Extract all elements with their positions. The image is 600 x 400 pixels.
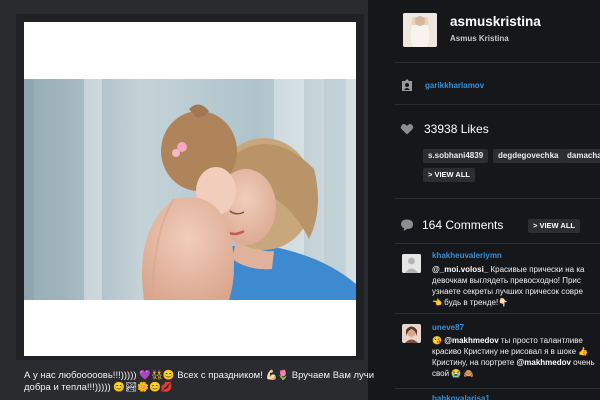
- comment-line-text: ты просто талантливе: [498, 336, 583, 345]
- divider: [395, 313, 600, 314]
- comment-author[interactable]: khakheuvaleriymn: [432, 251, 502, 260]
- comment-author[interactable]: uneve87: [432, 323, 464, 332]
- comment-text: @_moi.volosi_ Красивые прически на ка де…: [432, 264, 600, 308]
- comment-bubble-icon: [400, 218, 414, 232]
- post-caption: А у нас любооооовь!!!))))) 💜👯😊 Всех с пр…: [24, 370, 375, 394]
- profile-username[interactable]: asmuskristina: [450, 14, 541, 29]
- post-panel: А у нас любооооовь!!!))))) 💜👯😊 Всех с пр…: [0, 0, 375, 400]
- view-all-likes-button[interactable]: > VIEW ALL: [423, 168, 476, 182]
- divider: [395, 104, 600, 105]
- comment-line-text: очень: [570, 358, 595, 367]
- comment-line: 👈 будь в тренде!👇🏻: [432, 298, 509, 307]
- comment-line: узнаете секреты лучших причесок совре: [432, 287, 583, 296]
- comment-line-text: 😘: [432, 336, 445, 345]
- tagged-user-link[interactable]: garikkharlamov: [425, 81, 484, 90]
- comment-line-text: Красивые прически на ка: [488, 265, 585, 274]
- liker-chip[interactable]: damacha: [562, 149, 600, 163]
- tag-person-icon: [400, 78, 414, 92]
- comment-line: свой 😭 🙈: [432, 369, 474, 378]
- comment-line: @_moi.volosi_ Красивые прически на ка: [432, 264, 600, 275]
- post-photo-illustration: [24, 79, 356, 300]
- commenter-photo-icon: [402, 324, 421, 343]
- divider: [395, 243, 600, 244]
- heart-icon[interactable]: [400, 122, 414, 136]
- post-photo[interactable]: [24, 79, 356, 300]
- profile-full-name: Asmus Kristina: [450, 34, 509, 43]
- liker-chip[interactable]: degdegovechka: [493, 149, 564, 163]
- caption-line-2: добра и тепла!!!))))) 😊🏞🌼😊💋: [24, 382, 173, 393]
- divider: [395, 198, 600, 199]
- liker-chip[interactable]: s.sobhani4839: [423, 149, 489, 163]
- comment-line: красиво Кристину не рисовал я в шоке 👍: [432, 347, 589, 356]
- comment-mention[interactable]: @makhmedov: [444, 336, 498, 345]
- profile-photo-icon: [403, 13, 437, 47]
- profile-avatar[interactable]: [403, 13, 437, 47]
- caption-line-1: А у нас любооооовь!!!))))) 💜👯😊 Всех с пр…: [24, 370, 375, 381]
- divider: [395, 388, 600, 389]
- comment-line: 😘 @makhmedov ты просто талантливе: [432, 335, 600, 346]
- view-all-comments-button[interactable]: > VIEW ALL: [528, 219, 581, 233]
- comment-text: 😘 @makhmedov ты просто талантливе красив…: [432, 335, 600, 379]
- comment-author[interactable]: babkovaIarisa1: [432, 394, 490, 400]
- commenter-avatar[interactable]: [402, 324, 421, 343]
- comment-mention[interactable]: @makhmedov: [516, 358, 570, 367]
- comment-mention[interactable]: @_moi.volosi_: [432, 265, 488, 274]
- comment-line: девочкам выглядеть превосходно! Прис: [432, 276, 581, 285]
- likes-count: 33938 Likes: [424, 122, 489, 136]
- comment-line: Кристину, на портрете @makhmedov очень: [432, 357, 600, 368]
- post-details-panel: asmuskristina Asmus Kristina garikkharla…: [385, 0, 600, 400]
- comments-count: 164 Comments: [422, 218, 504, 232]
- divider: [395, 62, 600, 63]
- commenter-avatar[interactable]: [402, 254, 421, 273]
- comment-line-text: Кристину, на портрете: [432, 358, 517, 367]
- default-avatar-icon: [402, 254, 421, 273]
